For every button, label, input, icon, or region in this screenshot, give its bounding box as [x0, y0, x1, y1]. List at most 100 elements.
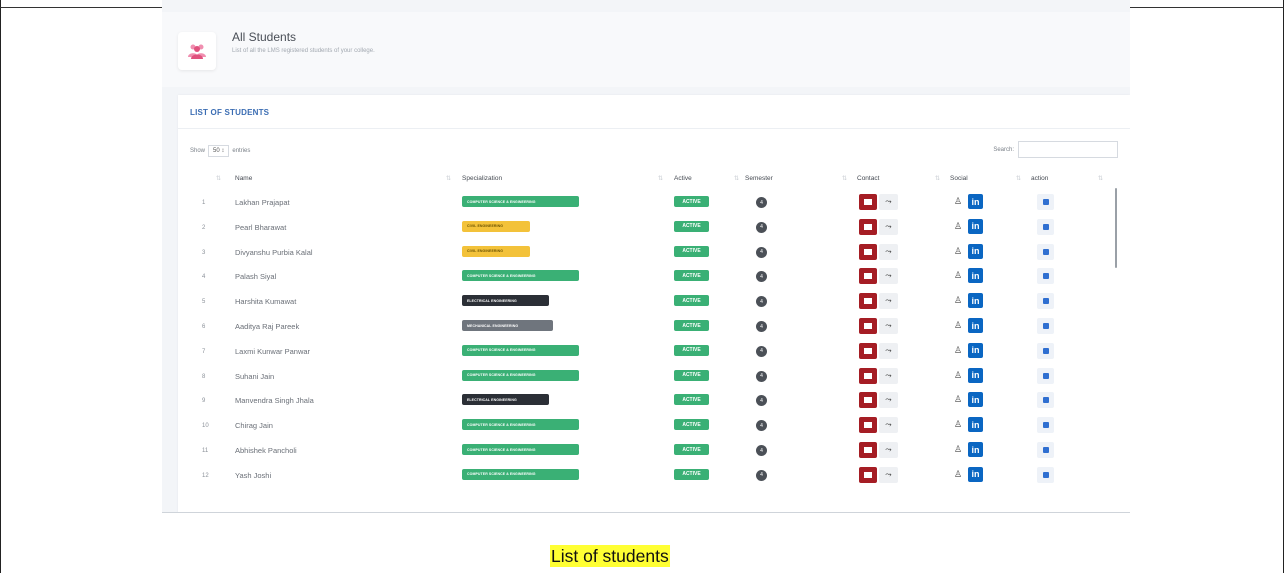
phone-icon[interactable]: ⤳ [879, 318, 898, 334]
edit-icon[interactable] [1037, 367, 1054, 384]
linkedin-icon[interactable]: in [968, 318, 983, 333]
phone-icon[interactable]: ⤳ [879, 367, 898, 384]
table-row: 5 Harshita Kumawat ELECTRICAL ENGINEERING A… [178, 291, 1130, 315]
list-divider [178, 128, 1130, 129]
mail-icon[interactable] [859, 466, 877, 483]
edit-icon[interactable] [1037, 417, 1054, 434]
github-icon[interactable]: ♙ [954, 270, 962, 281]
student-name: Chirag Jain [235, 421, 273, 431]
search-input[interactable] [1018, 141, 1118, 158]
linkedin-icon[interactable]: in [968, 392, 983, 408]
entries-select[interactable]: 50 ↕ [208, 145, 230, 157]
mail-icon[interactable] [859, 342, 877, 359]
row-number: 8 [202, 373, 206, 380]
edit-icon[interactable] [1037, 243, 1054, 260]
phone-icon[interactable]: ⤳ [879, 392, 898, 409]
specialization-badge: CIVIL ENGINEERING [462, 220, 530, 232]
semester-badge: 4 [756, 370, 767, 382]
semester-badge: 4 [756, 246, 767, 258]
mail-icon[interactable] [859, 318, 877, 334]
sort-icon[interactable]: ⇅ [734, 175, 739, 182]
column-header-semester[interactable]: Semester [745, 175, 773, 182]
table-row: 4 Palash Siyal COMPUTER SCIENCE & ENGINEER… [178, 266, 1130, 290]
mail-icon[interactable] [859, 367, 877, 384]
column-header-name[interactable]: Name [235, 175, 252, 182]
edit-icon[interactable] [1037, 194, 1054, 210]
sort-icon[interactable]: ⇅ [216, 175, 221, 182]
github-icon[interactable]: ♙ [954, 469, 962, 480]
linkedin-icon[interactable]: in [968, 268, 983, 284]
github-icon[interactable]: ♙ [954, 345, 962, 356]
sort-icon[interactable]: ⇅ [658, 175, 663, 182]
edit-icon[interactable] [1037, 442, 1054, 458]
linkedin-icon[interactable]: in [968, 466, 983, 482]
phone-icon[interactable]: ⤳ [879, 417, 898, 434]
edit-icon[interactable] [1037, 318, 1054, 334]
semester-badge: 4 [756, 469, 767, 481]
edit-icon[interactable] [1037, 466, 1054, 483]
list-title: LIST OF STUDENTS [190, 108, 270, 117]
edit-icon[interactable] [1037, 218, 1054, 235]
row-number: 4 [202, 274, 206, 281]
mail-icon[interactable] [859, 442, 877, 458]
column-header-active[interactable]: Active [674, 175, 692, 182]
mail-icon[interactable] [859, 243, 877, 260]
phone-icon[interactable]: ⤳ [879, 442, 898, 458]
phone-icon[interactable]: ⤳ [879, 466, 898, 483]
mail-icon[interactable] [859, 218, 877, 235]
edit-icon[interactable] [1037, 293, 1054, 310]
table-scrollbar[interactable] [1115, 188, 1117, 268]
mail-icon[interactable] [859, 268, 877, 285]
github-icon[interactable]: ♙ [954, 370, 962, 381]
mail-icon[interactable] [859, 194, 877, 210]
student-name: Palash Siyal [235, 272, 277, 282]
linkedin-icon[interactable]: in [968, 218, 983, 234]
column-header-social[interactable]: Social [950, 175, 968, 182]
row-number: 6 [202, 324, 206, 330]
phone-icon[interactable]: ⤳ [879, 293, 898, 310]
search-label: Search: [993, 146, 1014, 153]
linkedin-icon[interactable]: in [968, 293, 983, 309]
sort-icon[interactable]: ⇅ [1098, 175, 1103, 182]
github-icon[interactable]: ♙ [954, 246, 962, 257]
github-icon[interactable]: ♙ [954, 444, 962, 455]
sort-icon[interactable]: ⇅ [842, 175, 847, 182]
row-number: 1 [202, 200, 206, 206]
active-status-badge: ACTIVE [674, 419, 709, 431]
student-name: Lakhan Prajapat [235, 198, 290, 207]
mail-icon[interactable] [859, 417, 877, 434]
linkedin-icon[interactable]: in [968, 367, 983, 383]
column-header-action[interactable]: action [1031, 175, 1048, 182]
linkedin-icon[interactable]: in [968, 442, 983, 457]
linkedin-icon[interactable]: in [968, 342, 983, 358]
specialization-badge: COMPUTER SCIENCE & ENGINEERING [462, 419, 579, 431]
column-header-specialization[interactable]: Specialization [462, 175, 502, 182]
linkedin-icon[interactable]: in [968, 243, 983, 259]
linkedin-icon[interactable]: in [968, 194, 983, 209]
github-icon[interactable]: ♙ [954, 394, 962, 405]
sort-icon[interactable]: ⇅ [446, 175, 451, 182]
phone-icon[interactable]: ⤳ [879, 342, 898, 359]
mail-icon[interactable] [859, 392, 877, 409]
github-icon[interactable]: ♙ [954, 295, 962, 306]
github-icon[interactable]: ♙ [954, 419, 962, 430]
specialization-badge: MECHANICAL ENGINEERING [462, 320, 553, 331]
sort-icon[interactable]: ⇅ [935, 175, 940, 182]
mail-icon[interactable] [859, 293, 877, 310]
phone-icon[interactable]: ⤳ [879, 194, 898, 210]
edit-icon[interactable] [1037, 268, 1054, 285]
edit-icon[interactable] [1037, 342, 1054, 359]
phone-icon[interactable]: ⤳ [879, 268, 898, 285]
sort-icon[interactable]: ⇅ [1016, 175, 1021, 182]
page-subtitle: List of all the LMS registered students … [232, 48, 375, 54]
active-status-badge: ACTIVE [674, 196, 709, 207]
github-icon[interactable]: ♙ [954, 196, 962, 207]
github-icon[interactable]: ♙ [954, 221, 962, 232]
github-icon[interactable]: ♙ [954, 320, 962, 331]
active-status-badge: ACTIVE [674, 344, 709, 356]
phone-icon[interactable]: ⤳ [879, 243, 898, 260]
edit-icon[interactable] [1037, 392, 1054, 409]
column-header-contact[interactable]: Contact [857, 175, 879, 182]
phone-icon[interactable]: ⤳ [879, 218, 898, 235]
linkedin-icon[interactable]: in [968, 417, 983, 433]
